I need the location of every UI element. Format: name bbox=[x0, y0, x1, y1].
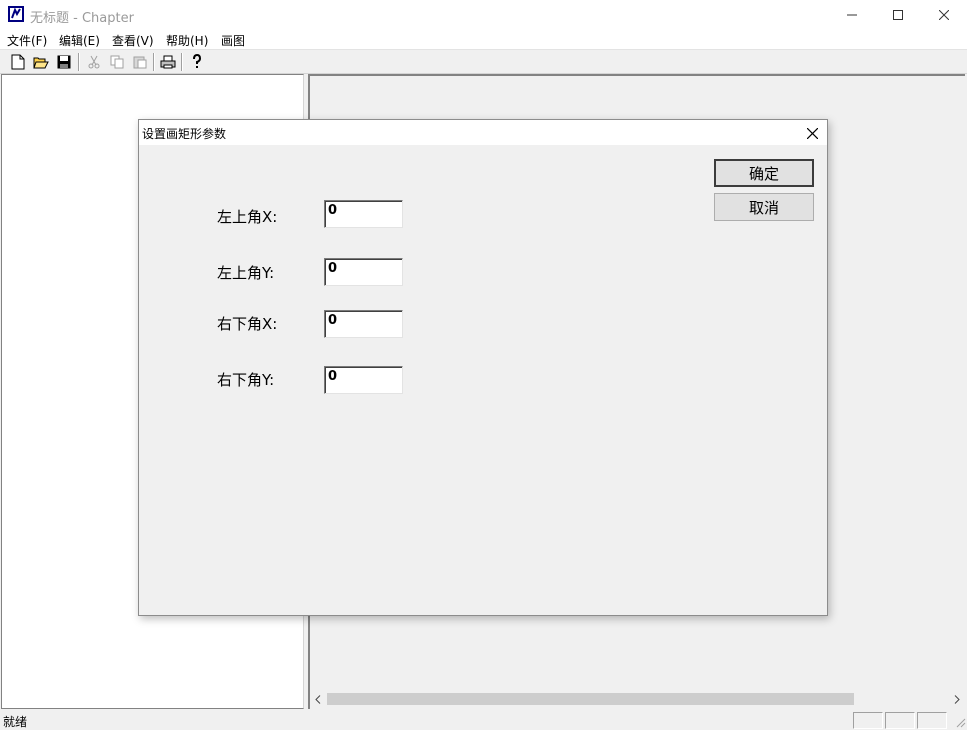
chevron-left-icon bbox=[315, 694, 321, 704]
toolbar-separator bbox=[181, 53, 183, 71]
menu-edit[interactable]: 编辑(E) bbox=[59, 32, 100, 49]
top-left-x-input[interactable]: 0 bbox=[324, 200, 403, 228]
new-file-button[interactable] bbox=[8, 52, 28, 72]
bottom-right-y-label: 右下角Y: bbox=[217, 371, 275, 389]
top-left-y-label: 左上角Y: bbox=[217, 264, 275, 282]
status-panel-scrl bbox=[917, 712, 947, 729]
rectangle-params-dialog: 设置画矩形参数 左上角X: 0 左上角Y: 0 右下角X: 0 右下角Y: 0 … bbox=[138, 119, 828, 616]
scroll-thumb[interactable] bbox=[327, 693, 854, 705]
main-window: 无标题 - Chapter 文件(F) 编辑(E) 查看(V) 帮助(H) 画图 bbox=[0, 0, 967, 729]
scroll-left-button[interactable] bbox=[310, 690, 326, 708]
ok-button[interactable]: 确定 bbox=[714, 159, 814, 187]
bottom-right-x-label: 右下角X: bbox=[217, 315, 278, 333]
window-title: 无标题 - Chapter bbox=[30, 11, 134, 26]
app-icon bbox=[8, 6, 24, 22]
cut-button[interactable] bbox=[84, 52, 104, 72]
save-icon bbox=[57, 55, 71, 69]
maximize-icon bbox=[893, 9, 903, 20]
print-icon bbox=[160, 55, 176, 69]
bottom-right-y-input[interactable]: 0 bbox=[324, 366, 403, 394]
copy-button[interactable] bbox=[107, 52, 127, 72]
toolbar-separator bbox=[153, 53, 155, 71]
toolbar bbox=[0, 50, 967, 74]
copy-icon bbox=[110, 55, 124, 69]
new-file-icon bbox=[11, 54, 25, 70]
status-text: 就绪 bbox=[3, 715, 28, 729]
cut-icon bbox=[88, 55, 100, 69]
chevron-right-icon bbox=[954, 694, 960, 704]
help-button[interactable] bbox=[187, 52, 207, 72]
menu-draw[interactable]: 画图 bbox=[221, 32, 245, 49]
horizontal-scrollbar[interactable] bbox=[310, 690, 965, 708]
paste-icon bbox=[133, 56, 147, 69]
help-icon bbox=[193, 54, 202, 68]
paste-button[interactable] bbox=[130, 52, 150, 72]
open-folder-icon bbox=[33, 57, 49, 69]
dialog-close-button[interactable] bbox=[801, 122, 823, 144]
scroll-right-button[interactable] bbox=[949, 690, 965, 708]
close-icon bbox=[806, 127, 818, 139]
cancel-button[interactable]: 取消 bbox=[714, 193, 814, 221]
title-bar[interactable]: 无标题 - Chapter bbox=[0, 0, 967, 29]
top-left-x-label: 左上角X: bbox=[217, 208, 278, 226]
save-button[interactable] bbox=[54, 52, 74, 72]
minimize-button[interactable] bbox=[829, 0, 875, 29]
close-button[interactable] bbox=[921, 0, 967, 29]
status-panel-num bbox=[885, 712, 915, 729]
status-panel-caps bbox=[853, 712, 883, 729]
top-left-y-input[interactable]: 0 bbox=[324, 258, 403, 286]
menu-view[interactable]: 查看(V) bbox=[112, 32, 154, 49]
status-bar: 就绪 bbox=[0, 709, 967, 729]
dialog-title: 设置画矩形参数 bbox=[142, 127, 227, 141]
bottom-right-x-input[interactable]: 0 bbox=[324, 310, 403, 338]
maximize-button[interactable] bbox=[875, 0, 921, 29]
resize-grip-icon[interactable] bbox=[954, 716, 966, 728]
toolbar-separator bbox=[78, 53, 80, 71]
open-button[interactable] bbox=[31, 52, 51, 72]
dialog-title-bar[interactable]: 设置画矩形参数 bbox=[139, 120, 827, 145]
menu-bar: 文件(F) 编辑(E) 查看(V) 帮助(H) 画图 bbox=[0, 29, 967, 50]
close-icon bbox=[939, 9, 949, 20]
print-button[interactable] bbox=[158, 52, 178, 72]
menu-file[interactable]: 文件(F) bbox=[7, 32, 47, 49]
menu-help[interactable]: 帮助(H) bbox=[166, 32, 208, 49]
minimize-icon bbox=[847, 14, 857, 15]
